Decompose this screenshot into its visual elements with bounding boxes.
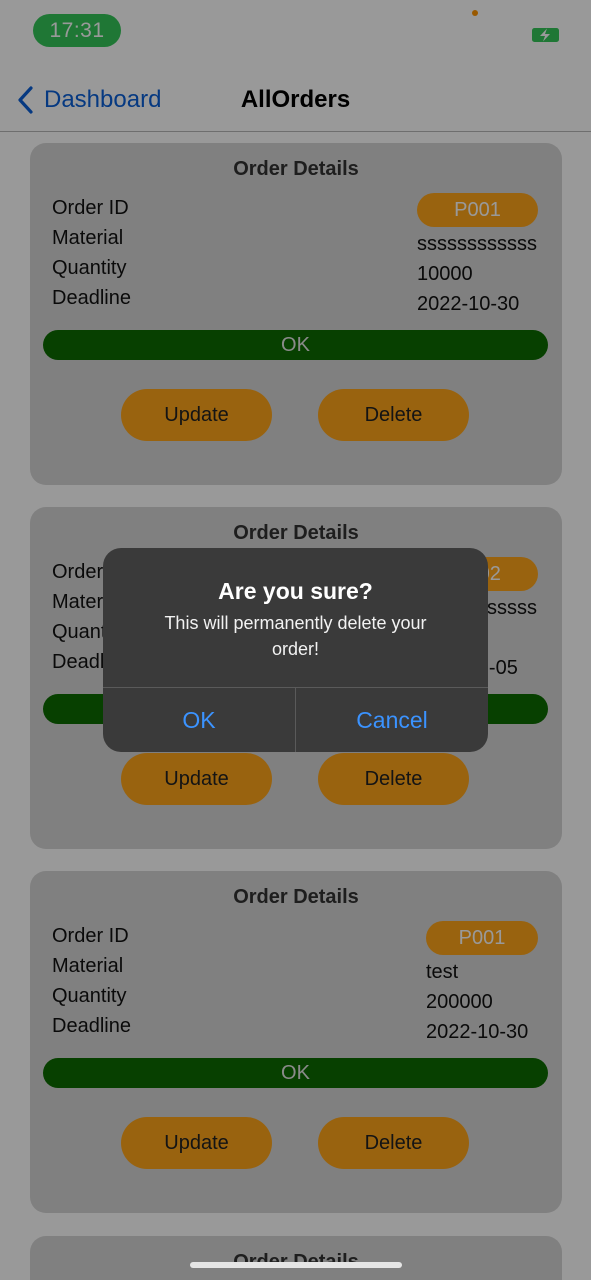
alert-ok-button[interactable]: OK [103,688,295,752]
alert-title: Are you sure? [218,578,373,604]
home-indicator[interactable] [190,1262,402,1268]
alert-cancel-button[interactable]: Cancel [296,688,488,752]
confirm-delete-alert: Are you sure? This will permanently dele… [103,548,488,752]
alert-message: This will permanently delete your order! [164,613,427,659]
